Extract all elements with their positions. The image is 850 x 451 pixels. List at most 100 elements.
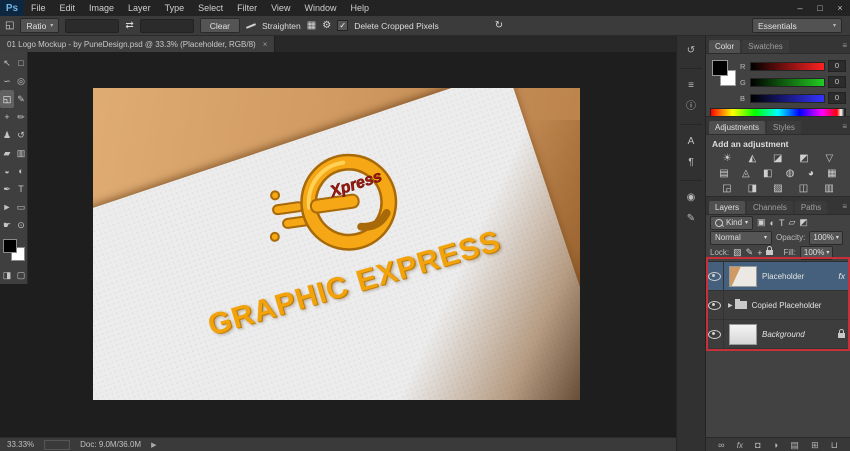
- marquee-tool[interactable]: □: [14, 54, 28, 72]
- status-options-arrow-icon[interactable]: ▶: [151, 441, 156, 449]
- path-selection-tool[interactable]: ►: [0, 198, 14, 216]
- adj-black-white-icon[interactable]: ◧: [763, 168, 772, 179]
- tab-styles[interactable]: Styles: [767, 121, 801, 134]
- tab-swatches[interactable]: Swatches: [742, 40, 789, 53]
- tab-layers[interactable]: Layers: [709, 201, 745, 214]
- layer-name[interactable]: Placeholder: [762, 272, 838, 281]
- layer-name[interactable]: Background: [762, 330, 838, 339]
- green-value[interactable]: 0: [828, 76, 846, 88]
- adj-channel-mixer-icon[interactable]: ◕: [808, 168, 814, 179]
- layer-thumbnail[interactable]: [729, 324, 757, 345]
- notes-panel-icon[interactable]: ✎: [687, 214, 695, 224]
- shape-tool[interactable]: ▭: [14, 198, 28, 216]
- tab-color[interactable]: Color: [709, 40, 740, 53]
- type-tool[interactable]: T: [14, 180, 28, 198]
- gradient-tool[interactable]: ▥: [14, 144, 28, 162]
- history-panel-icon[interactable]: ↺: [687, 46, 695, 56]
- layer-name[interactable]: Copied Placeholder: [752, 301, 845, 310]
- link-layers-icon[interactable]: ∞: [718, 441, 724, 450]
- crop-tool[interactable]: ◱: [0, 90, 14, 108]
- clone-stamp-tool[interactable]: ♟: [0, 126, 14, 144]
- green-slider[interactable]: [750, 78, 825, 87]
- layer-filter-kind-dropdown[interactable]: Kind ▾: [710, 216, 753, 230]
- menu-select[interactable]: Select: [191, 0, 230, 16]
- menu-edit[interactable]: Edit: [53, 0, 83, 16]
- quick-selection-tool[interactable]: ◎: [14, 72, 28, 90]
- blue-slider[interactable]: [750, 94, 825, 103]
- delete-layer-icon[interactable]: ⊔: [831, 441, 838, 450]
- adj-threshold-icon[interactable]: ▨: [773, 183, 782, 194]
- expand-group-icon[interactable]: ▶: [728, 302, 733, 309]
- quick-mask-button[interactable]: ◨: [0, 266, 14, 284]
- eyedropper-tool[interactable]: ✎: [14, 90, 28, 108]
- adj-gradient-map-icon[interactable]: ▥: [824, 183, 833, 194]
- new-adjustment-layer-icon[interactable]: ◑: [773, 441, 778, 450]
- lasso-tool[interactable]: ∽: [0, 72, 14, 90]
- move-tool[interactable]: ↖: [0, 54, 14, 72]
- blue-value[interactable]: 0: [828, 92, 846, 104]
- pen-tool[interactable]: ✒: [0, 180, 14, 198]
- new-layer-icon[interactable]: ⊞: [811, 441, 819, 450]
- menu-file[interactable]: File: [24, 0, 53, 16]
- screen-mode-button[interactable]: ▢: [14, 266, 28, 284]
- history-brush-tool[interactable]: ↺: [14, 126, 28, 144]
- adj-color-lookup-icon[interactable]: ▦: [827, 168, 836, 179]
- canvas-document[interactable]: Xpress GRAPHIC EXPRESS: [93, 88, 580, 400]
- tab-channels[interactable]: Channels: [747, 201, 793, 214]
- adj-curves-icon[interactable]: ◪: [773, 153, 782, 164]
- blur-tool[interactable]: ◒: [0, 162, 14, 180]
- menu-view[interactable]: View: [264, 0, 297, 16]
- adj-levels-icon[interactable]: ◭: [749, 153, 757, 164]
- workspace-switcher[interactable]: Essentials ▾: [752, 18, 842, 33]
- menu-layer[interactable]: Layer: [121, 0, 158, 16]
- adj-hue-saturation-icon[interactable]: ▤: [719, 168, 728, 179]
- panel-menu-icon[interactable]: ≡: [842, 41, 847, 53]
- layer-style-fx-badge[interactable]: fx: [838, 271, 845, 281]
- blend-mode-dropdown[interactable]: Normal ▾: [710, 231, 772, 245]
- layer-style-icon[interactable]: fx: [737, 441, 743, 450]
- delete-cropped-pixels-checkbox[interactable]: ✓: [337, 20, 348, 31]
- straighten-button[interactable]: Straighten: [262, 21, 301, 31]
- adj-color-balance-icon[interactable]: ◬: [742, 168, 750, 179]
- info-panel-icon[interactable]: ⓘ: [686, 102, 696, 112]
- overlay-grid-icon[interactable]: ▦: [307, 20, 316, 31]
- restore-button[interactable]: □: [810, 0, 830, 16]
- filter-smart-objects-icon[interactable]: ◩: [799, 217, 808, 228]
- lock-transparency-icon[interactable]: ▨: [733, 247, 742, 258]
- lock-position-icon[interactable]: +: [757, 248, 762, 258]
- ratio-dropdown[interactable]: Ratio ▾: [20, 18, 59, 33]
- visibility-toggle[interactable]: [706, 291, 724, 319]
- healing-brush-tool[interactable]: +: [0, 108, 14, 126]
- menu-type[interactable]: Type: [158, 0, 192, 16]
- crop-height-input[interactable]: [140, 19, 194, 33]
- adj-selective-color-icon[interactable]: ◫: [799, 183, 808, 194]
- menu-window[interactable]: Window: [297, 0, 343, 16]
- filter-type-layers-icon[interactable]: T: [779, 218, 785, 228]
- panel-menu-icon[interactable]: ≡: [842, 122, 847, 134]
- lock-pixels-icon[interactable]: ✎: [746, 247, 754, 258]
- filter-pixel-layers-icon[interactable]: ▣: [757, 217, 766, 228]
- adj-posterize-icon[interactable]: ◨: [748, 183, 757, 194]
- adj-brightness-contrast-icon[interactable]: ☀: [723, 153, 732, 164]
- close-button[interactable]: ×: [830, 0, 850, 16]
- properties-panel-icon[interactable]: ≡: [688, 81, 694, 91]
- clear-button[interactable]: Clear: [200, 18, 240, 33]
- opacity-field[interactable]: 100% ▾: [809, 231, 842, 245]
- eraser-tool[interactable]: ▰: [0, 144, 14, 162]
- layer-thumbnail[interactable]: [729, 266, 757, 287]
- fill-field[interactable]: 100% ▾: [800, 246, 833, 260]
- adj-exposure-icon[interactable]: ◩: [799, 153, 808, 164]
- foreground-color-swatch[interactable]: [712, 60, 728, 76]
- menu-help[interactable]: Help: [343, 0, 376, 16]
- adj-invert-icon[interactable]: ◲: [722, 183, 731, 194]
- adj-photo-filter-icon[interactable]: ◍: [786, 168, 795, 179]
- red-value[interactable]: 0: [828, 60, 846, 72]
- reset-icon[interactable]: ↻: [495, 20, 503, 31]
- panel-menu-icon[interactable]: ≡: [842, 202, 847, 214]
- filter-adjustment-layers-icon[interactable]: ◐: [770, 218, 775, 228]
- crop-width-input[interactable]: [65, 19, 119, 33]
- foreground-color-swatch[interactable]: [3, 239, 17, 253]
- tab-adjustments[interactable]: Adjustments: [709, 121, 765, 134]
- zoom-tool[interactable]: ⊙: [14, 216, 28, 234]
- zoom-level-field[interactable]: 33.33%: [7, 440, 34, 449]
